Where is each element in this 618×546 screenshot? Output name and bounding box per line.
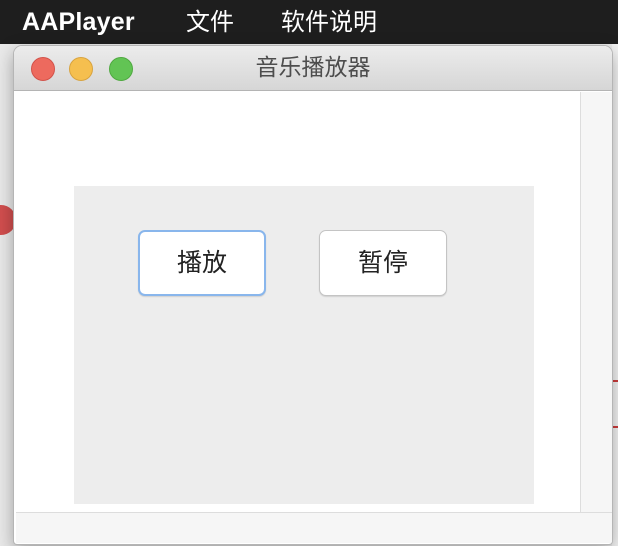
vertical-scrollbar[interactable] (580, 92, 612, 512)
window-titlebar[interactable]: 音乐播放器 (14, 46, 612, 91)
player-window: 音乐播放器 播放 暂停 (14, 46, 612, 544)
play-button[interactable]: 播放 (138, 230, 266, 296)
pause-button[interactable]: 暂停 (319, 230, 447, 296)
horizontal-scrollbar[interactable] (16, 512, 612, 543)
background-accent-line (612, 426, 618, 428)
menu-file[interactable]: 文件 (186, 4, 234, 40)
controls-panel: 播放 暂停 (74, 186, 534, 504)
window-title: 音乐播放器 (255, 55, 371, 81)
background-window-edge (612, 44, 618, 546)
app-menu-name[interactable]: AAPlayer (22, 4, 135, 40)
window-content: 播放 暂停 (16, 92, 580, 512)
menu-bar: AAPlayer 文件 软件说明 (0, 0, 618, 44)
background-accent-line (612, 380, 618, 382)
menu-software-help[interactable]: 软件说明 (281, 4, 377, 40)
